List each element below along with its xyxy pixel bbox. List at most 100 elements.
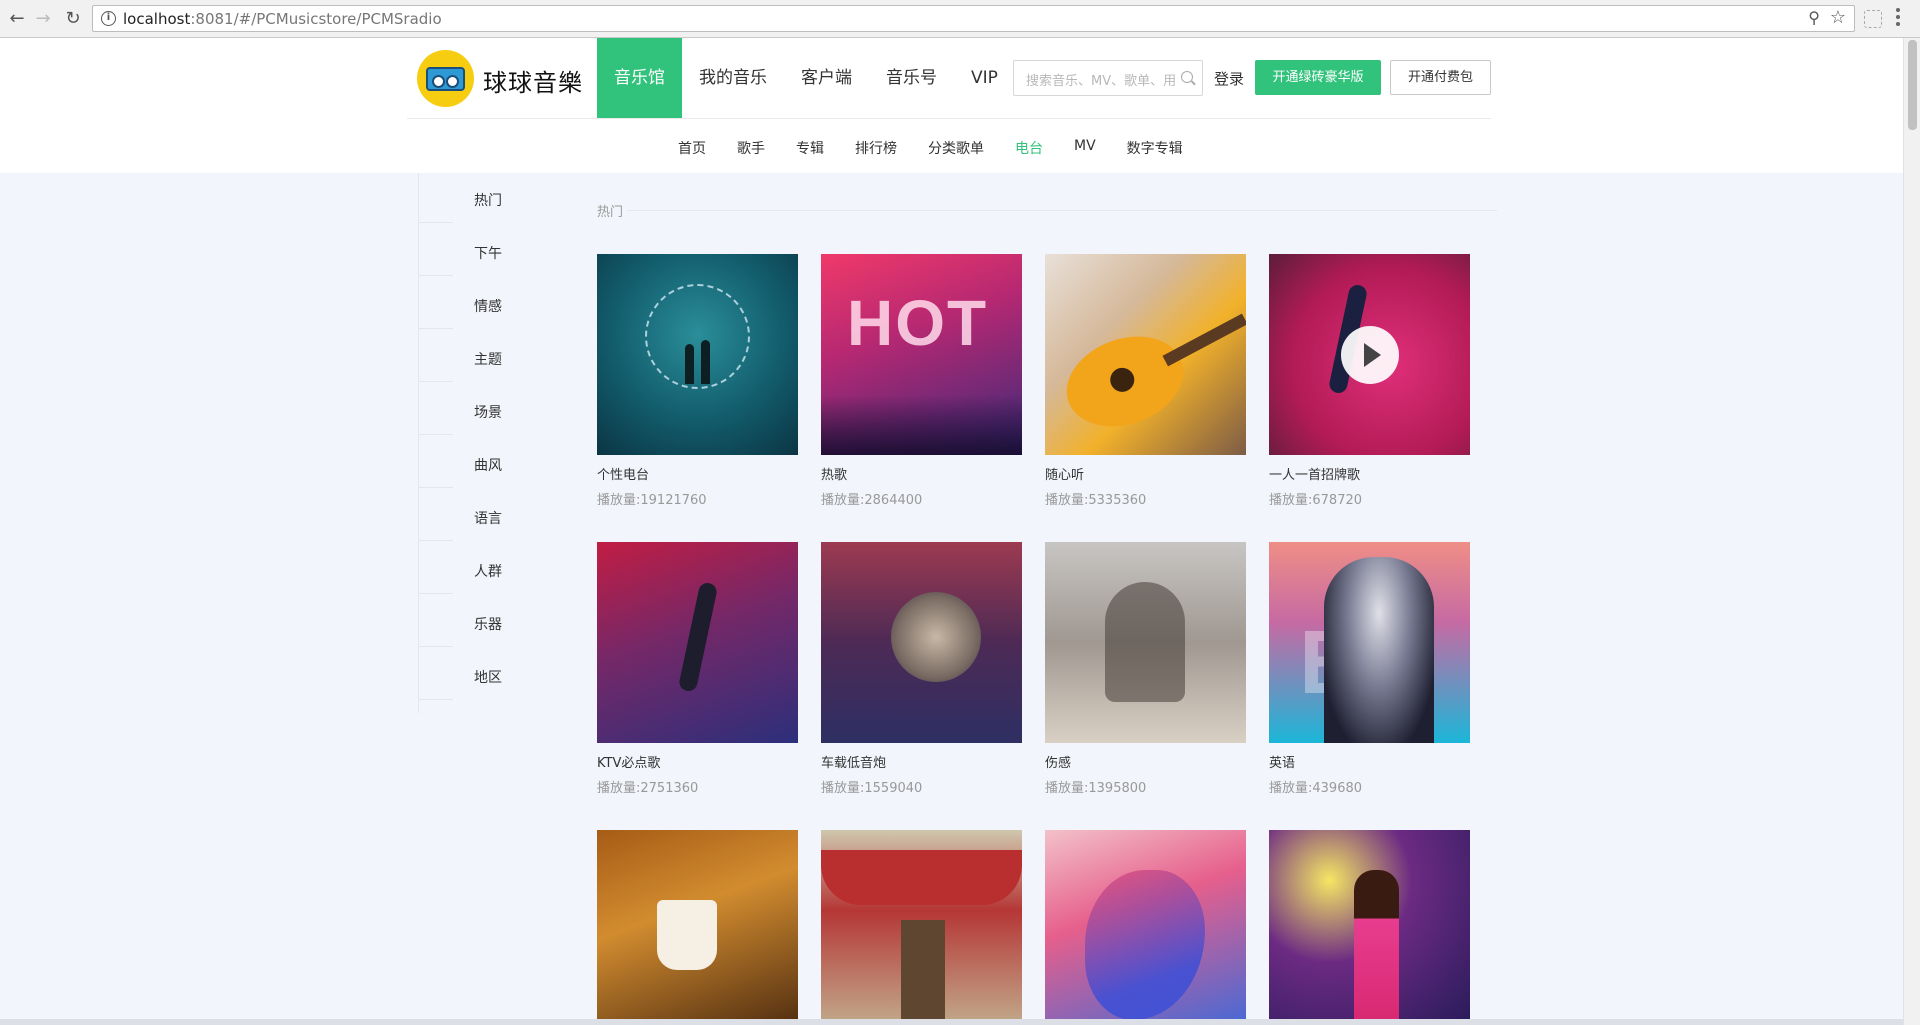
sidebar-tick [419,487,453,488]
radio-card[interactable]: KTV必点歌播放量:2751360 [597,542,798,796]
header-divider [407,118,1491,119]
coffee-cover-image[interactable] [597,830,798,1025]
search-input[interactable]: 搜索音乐、MV、歌单、用户 [1013,60,1203,96]
forward-arrow-icon[interactable]: → [32,8,54,30]
top-nav-item[interactable]: 客户端 [784,38,869,119]
login-link[interactable]: 登录 [1214,68,1244,89]
top-nav: 音乐馆 我的音乐 客户端 音乐号 VIP [597,38,1015,119]
sidebar-tick [419,275,453,276]
scrollbar-thumb[interactable] [1908,40,1917,130]
open-paid-pack-button[interactable]: 开通付费包 [1390,60,1491,95]
storefront-cover-image[interactable] [821,830,1022,1025]
radio-title[interactable]: KTV必点歌 [597,752,798,771]
silhouette-cover-image[interactable] [1045,542,1246,743]
radio-title[interactable]: 伤感 [1045,752,1246,771]
diva-cover-image[interactable] [1269,830,1470,1025]
back-arrow-icon[interactable]: ← [6,8,28,30]
play-icon[interactable] [1341,326,1399,384]
radio-card[interactable]: 个性电台播放量:19121760 [597,254,798,508]
sidebar-tick [419,646,453,647]
play-count: 播放量:1559040 [821,781,923,796]
radio-card[interactable]: 一人一首招牌歌播放量:678720 [1269,254,1470,508]
browser-menu-icon[interactable] [1896,8,1900,28]
radio-card[interactable]: 车载低音炮播放量:1559040 [821,542,1022,796]
site-header: 球球音樂 音乐馆 我的音乐 客户端 音乐号 VIP 搜索音乐、MV、歌单、用户 登录 开… [0,38,1920,173]
top-nav-item[interactable]: 音乐号 [869,38,954,119]
play-count: 播放量:439680 [1269,781,1363,796]
sub-nav-item[interactable]: 电台 [1015,138,1043,158]
sub-nav-item[interactable]: 分类歌单 [928,138,984,158]
play-count: 播放量:678720 [1269,493,1363,508]
sidebar-tick [419,593,453,594]
radio-card[interactable]: 伤感播放量:1395800 [1045,542,1246,796]
play-count: 播放量:2864400 [821,493,923,508]
play-count: 播放量:2751360 [597,781,699,796]
sidebar-category[interactable]: 下午 [474,243,502,263]
play-count: 播放量:19121760 [597,493,707,508]
sidebar-category[interactable]: 情感 [474,296,502,316]
guitar-cover-image[interactable] [1045,254,1246,455]
search-icon[interactable] [1181,71,1193,83]
radio-card[interactable]: HOT 热歌播放量:2864400 [821,254,1022,508]
extension-icon[interactable] [1864,10,1882,28]
sidebar-category[interactable]: 场景 [474,402,502,422]
radio-card[interactable] [821,830,1022,1025]
sidebar-category[interactable]: 主题 [474,349,502,369]
paint-splash-cover-image[interactable] [1045,830,1246,1025]
radio-title[interactable]: 车载低音炮 [821,752,1022,771]
sub-nav-item[interactable]: 专辑 [796,138,824,158]
sidebar-tick [419,222,453,223]
sidebar-category[interactable]: 曲风 [474,455,502,475]
radio-title[interactable]: 英语 [1269,752,1470,771]
bottom-edge [0,1019,1903,1025]
browser-toolbar: ← → ↻ i localhost:8081/#/PCMusicstore/PC… [0,0,1920,38]
sidebar-category[interactable]: 地区 [474,667,502,687]
singer-red-cover-image[interactable] [1269,254,1470,455]
section-divider [627,210,1497,211]
top-nav-item[interactable]: 我的音乐 [682,38,784,119]
top-nav-item[interactable]: VIP [954,38,1015,119]
sub-nav-item[interactable]: 歌手 [737,138,765,158]
radio-card[interactable]: E 英语播放量:439680 [1269,542,1470,796]
sub-nav-item[interactable]: 排行榜 [855,138,897,158]
sidebar-category[interactable]: 热门 [474,190,502,210]
play-count: 播放量:5335360 [1045,493,1147,508]
logo-cassette-icon[interactable] [417,50,474,107]
sidebar-tick [419,381,453,382]
sidebar-tick [419,699,453,700]
singer-stage-cover-image[interactable] [597,542,798,743]
radio-card[interactable] [1045,830,1246,1025]
play-count: 播放量:1395800 [1045,781,1147,796]
sidebar-tick [419,540,453,541]
address-bar[interactable]: i localhost:8081/#/PCMusicstore/PCMSradi… [92,5,1855,32]
bookmark-star-icon[interactable]: ☆ [1830,7,1846,28]
sidebar-category[interactable]: 语言 [474,508,502,528]
sidebar-category[interactable]: 人群 [474,561,502,581]
radio-card[interactable] [597,830,798,1025]
reload-icon[interactable]: ↻ [62,8,84,30]
hot-concert-cover-image[interactable]: HOT [821,254,1022,455]
sub-nav-item[interactable]: 数字专辑 [1127,138,1183,158]
portrait-cover-image[interactable]: E [1269,542,1470,743]
car-knob-cover-image[interactable] [821,542,1022,743]
sub-nav-item[interactable]: MV [1074,138,1096,158]
music-note-couple-cover-image[interactable] [597,254,798,455]
url-text[interactable]: localhost:8081/#/PCMusicstore/PCMSradio [123,10,442,28]
radio-title[interactable]: 一人一首招牌歌 [1269,464,1470,483]
radio-title[interactable]: 热歌 [821,464,1022,483]
sub-nav-item[interactable]: 首页 [678,138,706,158]
open-vip-button[interactable]: 开通绿砖豪华版 [1255,60,1381,95]
page-scrollbar[interactable] [1903,38,1920,1025]
logo-text[interactable]: 球球音樂 [483,63,583,98]
top-nav-item[interactable]: 音乐馆 [597,38,682,119]
radio-title[interactable]: 随心听 [1045,464,1246,483]
search-placeholder: 搜索音乐、MV、歌单、用户 [1026,74,1176,89]
radio-card[interactable]: 随心听播放量:5335360 [1045,254,1246,508]
sidebar-category[interactable]: 乐器 [474,614,502,634]
sidebar-tick [419,328,453,329]
sub-nav: 首页 歌手 专辑 排行榜 分类歌单 电台 MV 数字专辑 [678,138,1214,158]
zoom-icon[interactable]: ⚲ [1808,8,1820,27]
radio-card[interactable] [1269,830,1470,1025]
radio-title[interactable]: 个性电台 [597,464,798,483]
info-icon[interactable]: i [101,11,116,26]
